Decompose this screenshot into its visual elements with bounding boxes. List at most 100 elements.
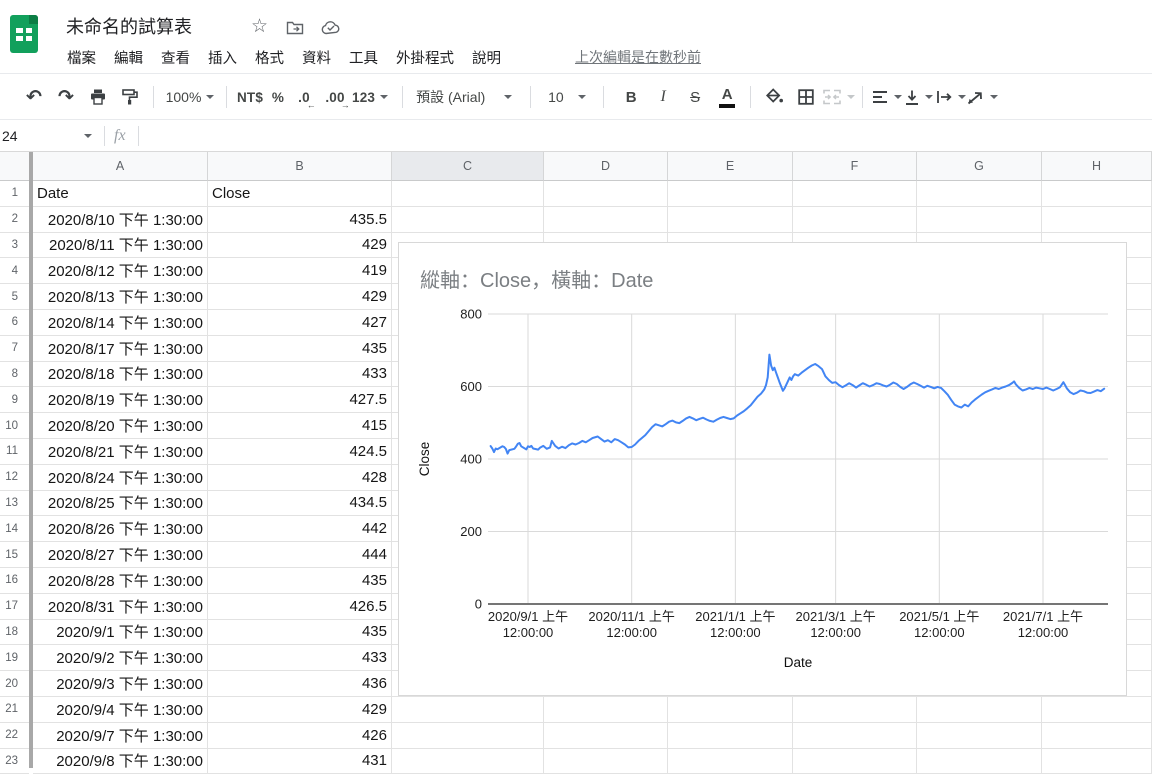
cell-B11[interactable]: 424.5 xyxy=(208,439,392,465)
cell-D22[interactable] xyxy=(544,723,668,749)
cell-F1[interactable] xyxy=(793,181,917,207)
cloud-check-icon[interactable] xyxy=(321,20,341,35)
text-wrap-button[interactable] xyxy=(934,83,966,111)
cell-E21[interactable] xyxy=(668,697,793,723)
cell-E2[interactable] xyxy=(668,207,793,233)
chevron-down-icon[interactable] xyxy=(84,134,92,138)
row-header-4[interactable]: 4 xyxy=(0,258,29,284)
cell-B9[interactable]: 427.5 xyxy=(208,387,392,413)
menu-item-4[interactable]: 插入 xyxy=(199,44,246,71)
borders-button[interactable] xyxy=(790,83,822,111)
more-formats-button[interactable]: 123 xyxy=(352,83,388,111)
cell-A17[interactable]: 2020/8/31 下午 1:30:00 xyxy=(33,594,208,620)
column-header-H[interactable]: H xyxy=(1042,152,1152,181)
menu-item-2[interactable]: 編輯 xyxy=(105,44,152,71)
format-percent-button[interactable]: % xyxy=(266,83,290,111)
row-header-14[interactable]: 14 xyxy=(0,516,29,542)
cell-A22[interactable]: 2020/9/7 下午 1:30:00 xyxy=(33,723,208,749)
cell-A7[interactable]: 2020/8/17 下午 1:30:00 xyxy=(33,336,208,362)
cell-H23[interactable] xyxy=(1042,749,1152,774)
row-header-17[interactable]: 17 xyxy=(0,594,29,620)
cell-A14[interactable]: 2020/8/26 下午 1:30:00 xyxy=(33,516,208,542)
cell-H1[interactable] xyxy=(1042,181,1152,207)
cell-D2[interactable] xyxy=(544,207,668,233)
cell-G2[interactable] xyxy=(917,207,1042,233)
cell-D21[interactable] xyxy=(544,697,668,723)
cell-A21[interactable]: 2020/9/4 下午 1:30:00 xyxy=(33,697,208,723)
cell-C22[interactable] xyxy=(392,723,544,749)
column-header-A[interactable]: A xyxy=(33,152,208,181)
cell-G1[interactable] xyxy=(917,181,1042,207)
row-header-21[interactable]: 21 xyxy=(0,697,29,723)
cell-A15[interactable]: 2020/8/27 下午 1:30:00 xyxy=(33,542,208,568)
fill-color-button[interactable] xyxy=(758,83,790,111)
cell-A18[interactable]: 2020/9/1 下午 1:30:00 xyxy=(33,620,208,646)
undo-button[interactable]: ↶ xyxy=(18,83,50,111)
cell-B10[interactable]: 415 xyxy=(208,413,392,439)
row-header-2[interactable]: 2 xyxy=(0,207,29,233)
row-header-16[interactable]: 16 xyxy=(0,568,29,594)
row-header-20[interactable]: 20 xyxy=(0,671,29,697)
move-folder-icon[interactable] xyxy=(286,20,304,35)
cell-E23[interactable] xyxy=(668,749,793,774)
column-header-B[interactable]: B xyxy=(208,152,392,181)
cell-A11[interactable]: 2020/8/21 下午 1:30:00 xyxy=(33,439,208,465)
row-header-19[interactable]: 19 xyxy=(0,645,29,671)
column-header-G[interactable]: G xyxy=(917,152,1042,181)
font-size-select[interactable]: 10 xyxy=(538,83,596,111)
menu-item-9[interactable]: 說明 xyxy=(463,44,510,71)
cell-B3[interactable]: 429 xyxy=(208,233,392,259)
cell-F2[interactable] xyxy=(793,207,917,233)
menu-item-8[interactable]: 外掛程式 xyxy=(387,44,463,71)
cell-A19[interactable]: 2020/9/2 下午 1:30:00 xyxy=(33,645,208,671)
row-header-9[interactable]: 9 xyxy=(0,387,29,413)
cell-C21[interactable] xyxy=(392,697,544,723)
row-header-10[interactable]: 10 xyxy=(0,413,29,439)
cell-A6[interactable]: 2020/8/14 下午 1:30:00 xyxy=(33,310,208,336)
merge-cells-button[interactable] xyxy=(822,83,855,111)
star-icon[interactable]: ☆ xyxy=(251,17,268,36)
cell-B13[interactable]: 434.5 xyxy=(208,491,392,517)
document-title[interactable]: 未命名的試算表 xyxy=(66,13,192,39)
sheets-logo-icon[interactable] xyxy=(10,15,38,53)
menu-item-5[interactable]: 格式 xyxy=(246,44,293,71)
cell-D23[interactable] xyxy=(544,749,668,774)
menu-item-1[interactable]: 檔案 xyxy=(58,44,105,71)
embedded-chart[interactable]: 縱軸：Close，橫軸：Date 2020/9/1 上午12:00:002020… xyxy=(398,242,1127,696)
text-rotation-button[interactable] xyxy=(966,83,998,111)
cell-A2[interactable]: 2020/8/10 下午 1:30:00 xyxy=(33,207,208,233)
cell-B21[interactable]: 429 xyxy=(208,697,392,723)
row-header-13[interactable]: 13 xyxy=(0,491,29,517)
cell-B4[interactable]: 419 xyxy=(208,258,392,284)
name-box[interactable]: 24 xyxy=(0,128,84,144)
redo-button[interactable]: ↷ xyxy=(50,83,82,111)
cell-B6[interactable]: 427 xyxy=(208,310,392,336)
row-header-6[interactable]: 6 xyxy=(0,310,29,336)
row-header-5[interactable]: 5 xyxy=(0,284,29,310)
column-header-C[interactable]: C xyxy=(392,152,544,181)
cell-A3[interactable]: 2020/8/11 下午 1:30:00 xyxy=(33,233,208,259)
cell-B16[interactable]: 435 xyxy=(208,568,392,594)
zoom-select[interactable]: 100% xyxy=(161,83,219,111)
cell-B12[interactable]: 428 xyxy=(208,465,392,491)
cell-A10[interactable]: 2020/8/20 下午 1:30:00 xyxy=(33,413,208,439)
cell-A13[interactable]: 2020/8/25 下午 1:30:00 xyxy=(33,491,208,517)
cell-A5[interactable]: 2020/8/13 下午 1:30:00 xyxy=(33,284,208,310)
font-family-select[interactable]: 預設 (Arial) xyxy=(410,83,518,111)
row-header-18[interactable]: 18 xyxy=(0,620,29,646)
cell-A8[interactable]: 2020/8/18 下午 1:30:00 xyxy=(33,362,208,388)
cell-B20[interactable]: 436 xyxy=(208,671,392,697)
cell-G23[interactable] xyxy=(917,749,1042,774)
column-header-E[interactable]: E xyxy=(668,152,793,181)
select-all-corner[interactable] xyxy=(0,152,29,181)
cell-C1[interactable] xyxy=(392,181,544,207)
row-header-7[interactable]: 7 xyxy=(0,336,29,362)
cell-B18[interactable]: 435 xyxy=(208,620,392,646)
vertical-align-button[interactable] xyxy=(902,83,934,111)
format-currency-button[interactable]: NT$ xyxy=(234,83,266,111)
cell-B5[interactable]: 429 xyxy=(208,284,392,310)
text-color-button[interactable]: A xyxy=(711,83,743,111)
row-header-8[interactable]: 8 xyxy=(0,362,29,388)
cell-C2[interactable] xyxy=(392,207,544,233)
cell-H21[interactable] xyxy=(1042,697,1152,723)
